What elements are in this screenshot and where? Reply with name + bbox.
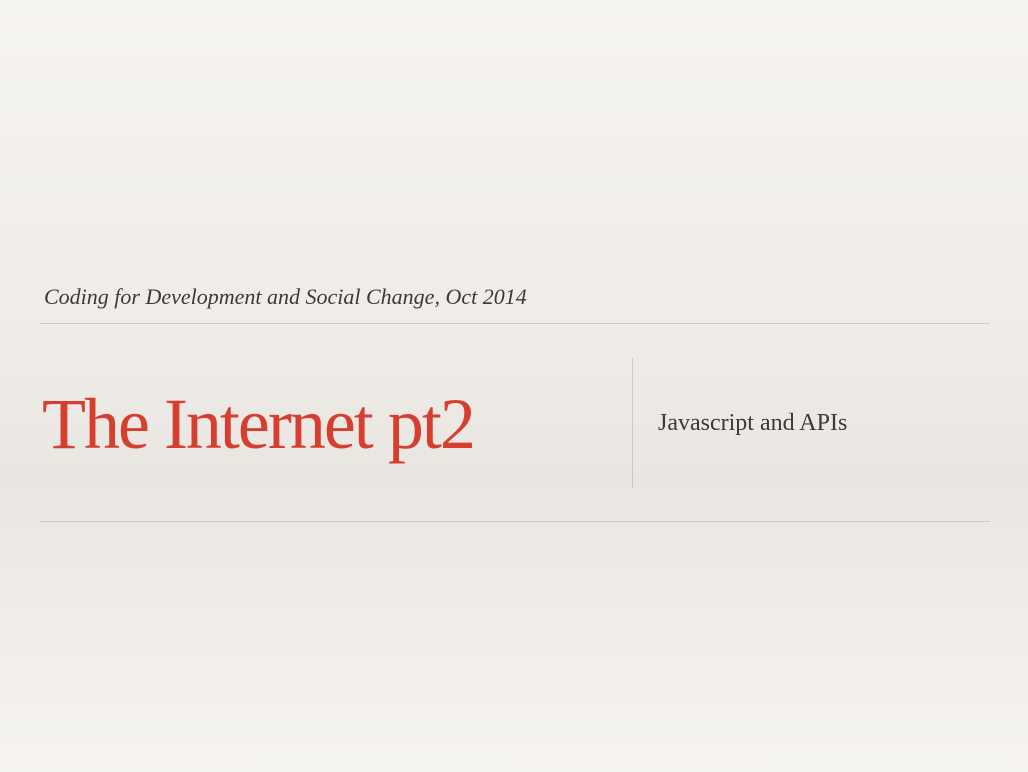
slide-subtitle: Javascript and APIs <box>658 410 848 436</box>
slide-kicker: Coding for Development and Social Change… <box>44 284 527 309</box>
vertical-divider <box>632 358 633 488</box>
bottom-rule <box>40 521 990 522</box>
top-rule <box>40 323 990 324</box>
slide-title: The Internet pt2 <box>42 384 476 464</box>
title-slide: Coding for Development and Social Change… <box>0 0 1028 772</box>
